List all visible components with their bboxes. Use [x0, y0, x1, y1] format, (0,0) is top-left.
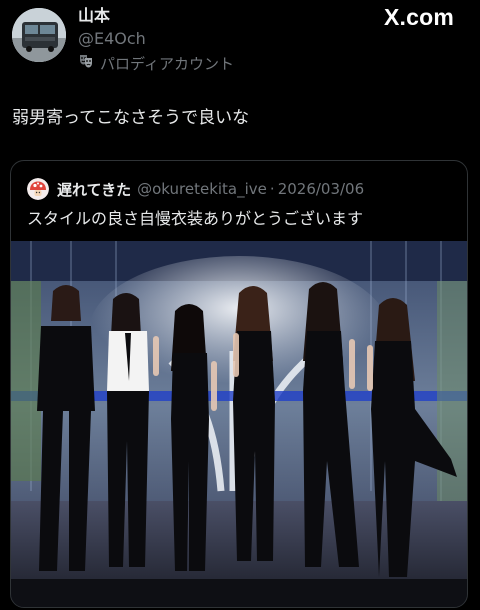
quoted-tweet-photo[interactable] [11, 241, 467, 607]
quoted-tweet-header: 遅れてきた @okuretekita_ive · 2026/03/06 [27, 177, 364, 201]
quoted-tweet-date[interactable]: 2026/03/06 [278, 180, 364, 198]
mushroom-avatar-icon[interactable] [27, 178, 49, 200]
theater-masks-icon [78, 53, 94, 73]
meta-separator: · [269, 180, 275, 198]
quoted-tweet-text: スタイルの良さ自慢衣装ありがとうございます [27, 209, 364, 228]
quoted-author-name[interactable]: 遅れてきた [57, 179, 131, 200]
author-handle[interactable]: @E4Och [78, 29, 146, 49]
quoted-tweet-card[interactable]: 遅れてきた @okuretekita_ive · 2026/03/06 スタイル… [10, 160, 468, 608]
quoted-author-handle[interactable]: @okuretekita_ive [137, 180, 267, 198]
x-logo-watermark: X.com [383, 4, 454, 30]
tweet-text: 弱男寄ってこなさそうで良いな [12, 108, 250, 128]
parody-label-text: パロディアカウント [100, 54, 234, 73]
author-display-name[interactable]: 山本 [78, 6, 110, 26]
parody-account-label: パロディアカウント [78, 52, 234, 74]
author-avatar[interactable] [12, 8, 66, 62]
